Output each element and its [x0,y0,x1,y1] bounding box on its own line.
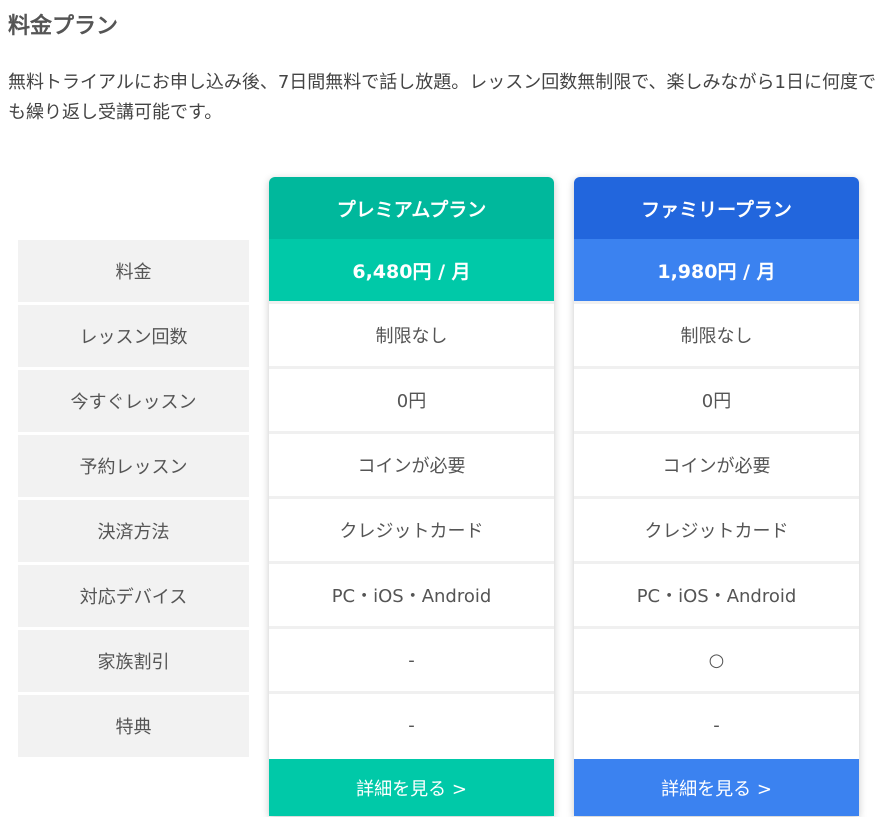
plan-price: 6,480円 / 月 [269,239,554,301]
row-label-benefits: 特典 [18,695,249,757]
plan-name: プレミアムプラン [269,177,554,239]
plan-value-reserved-lesson: コインが必要 [269,431,554,496]
plan-card-family: ファミリープラン 1,980円 / 月 制限なし 0円 コインが必要 クレジット… [574,177,859,816]
plan-value-family-discount: ○ [574,626,859,691]
plan-value-instant-lesson: 0円 [269,366,554,431]
plan-value-lesson-count: 制限なし [574,301,859,366]
premium-details-button[interactable]: 詳細を見る > [269,759,554,816]
plan-value-family-discount: - [269,626,554,691]
row-label-family-discount: 家族割引 [18,630,249,692]
row-label-column: 料金 レッスン回数 今すぐレッスン 予約レッスン 決済方法 対応デバイス 家族割… [18,240,249,760]
plan-value-reserved-lesson: コインが必要 [574,431,859,496]
plan-value-devices: PC・iOS・Android [574,561,859,626]
family-details-button[interactable]: 詳細を見る > [574,759,859,816]
plan-value-payment: クレジットカード [269,496,554,561]
plan-name: ファミリープラン [574,177,859,239]
row-label-payment: 決済方法 [18,500,249,562]
row-label-price: 料金 [18,240,249,302]
row-label-lesson-count: レッスン回数 [18,305,249,367]
intro-text: 無料トライアルにお申し込み後、7日間無料で話し放題。レッスン回数無制限で、楽しみ… [8,72,876,123]
plan-value-instant-lesson: 0円 [574,366,859,431]
plan-value-payment: クレジットカード [574,496,859,561]
row-label-reserved-lesson: 予約レッスン [18,435,249,497]
plan-value-devices: PC・iOS・Android [269,561,554,626]
plan-value-benefits: - [269,691,554,756]
page-title: 料金プラン [8,14,119,39]
row-label-devices: 対応デバイス [18,565,249,627]
plan-value-benefits: - [574,691,859,756]
plan-card-premium: プレミアムプラン 6,480円 / 月 制限なし 0円 コインが必要 クレジット… [269,177,554,816]
row-label-instant-lesson: 今すぐレッスン [18,370,249,432]
plan-price: 1,980円 / 月 [574,239,859,301]
plan-value-lesson-count: 制限なし [269,301,554,366]
